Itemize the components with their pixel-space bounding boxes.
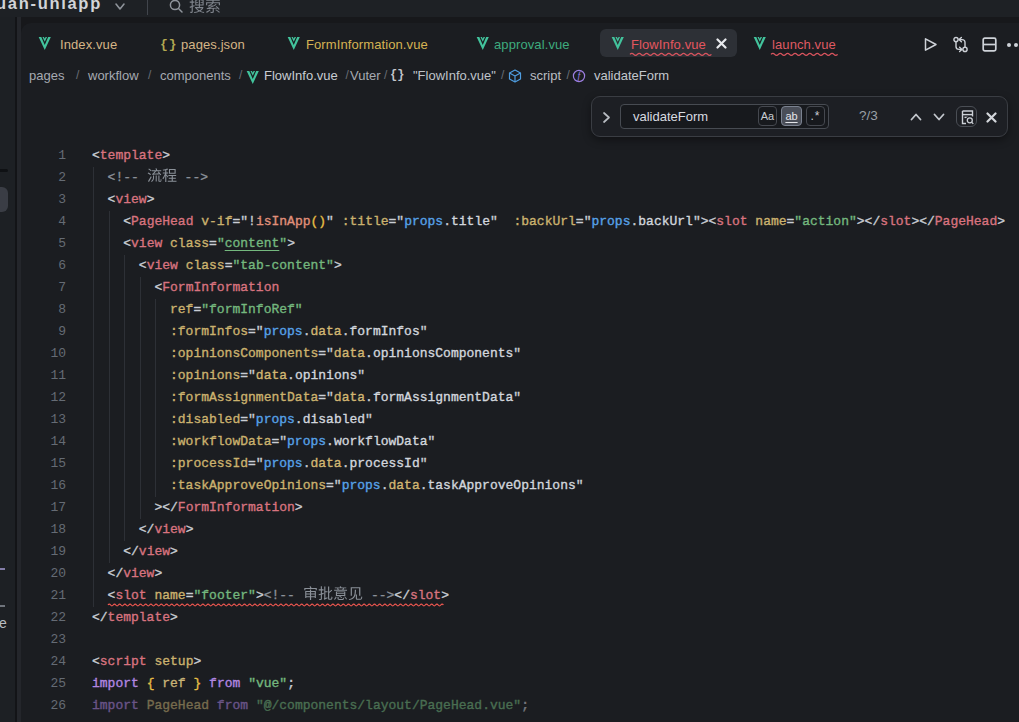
svg-text:f: f xyxy=(578,70,582,81)
